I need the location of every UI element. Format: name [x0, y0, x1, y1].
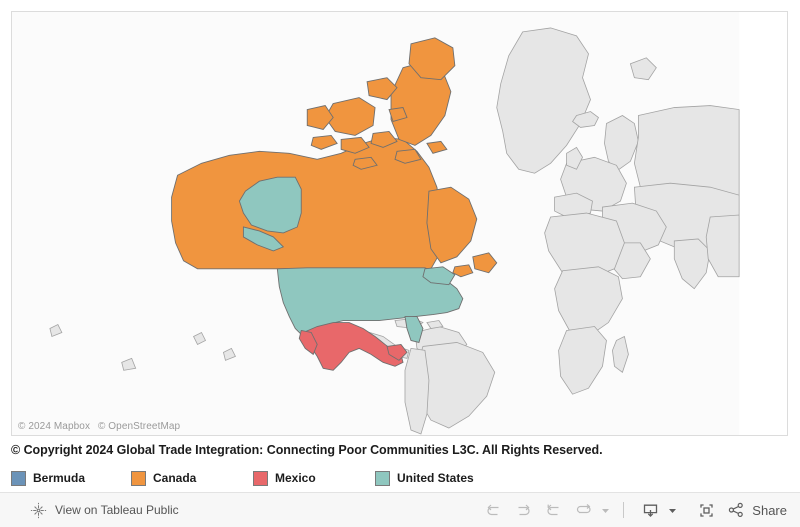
viz-container: .land { fill: #e6e6e6; stroke: #a3a3a3; … [0, 0, 800, 492]
tableau-logo-icon [30, 502, 47, 519]
map-attribution: © 2024 Mapbox © OpenStreetMap [18, 421, 185, 432]
legend-swatch-canada [131, 470, 146, 486]
share-icon [727, 501, 745, 519]
view-on-tableau-public-label: View on Tableau Public [55, 503, 179, 517]
legend-swatch-mexico [253, 470, 268, 486]
share-label: Share [752, 502, 787, 518]
openstreetmap-attribution: © OpenStreetMap [97, 421, 181, 432]
legend-item-united-states[interactable]: United States [375, 469, 474, 487]
world-map[interactable]: .land { fill: #e6e6e6; stroke: #a3a3a3; … [12, 12, 787, 435]
legend-item-bermuda[interactable]: Bermuda [11, 469, 131, 487]
legend-label-united-states: United States [397, 471, 474, 485]
download-caret[interactable] [665, 497, 679, 523]
redo-button[interactable] [508, 497, 538, 523]
legend-label-bermuda: Bermuda [33, 471, 86, 485]
legend-label-mexico: Mexico [275, 471, 316, 485]
toolbar-actions: Share [478, 497, 800, 523]
legend-swatch-united-states [375, 470, 390, 486]
undo-button[interactable] [478, 497, 508, 523]
legend-item-canada[interactable]: Canada [131, 469, 253, 487]
toolbar-separator [623, 502, 625, 518]
country-color-legend: Bermuda Canada Mexico United States [11, 469, 474, 487]
legend-item-mexico[interactable]: Mexico [253, 469, 375, 487]
download-button[interactable] [635, 497, 665, 523]
refresh-button[interactable] [568, 497, 598, 523]
legend-label-canada: Canada [153, 471, 197, 485]
revert-button[interactable] [538, 497, 568, 523]
pause-auto-updates-caret[interactable] [598, 497, 612, 523]
share-button[interactable]: Share [727, 501, 787, 519]
copyright-caption: © Copyright 2024 Global Trade Integratio… [11, 443, 603, 457]
mapbox-attribution: © 2024 Mapbox [18, 421, 91, 432]
fullscreen-button[interactable] [691, 497, 721, 523]
legend-swatch-bermuda [11, 470, 26, 486]
map-frame[interactable]: .land { fill: #e6e6e6; stroke: #a3a3a3; … [11, 11, 788, 436]
view-on-tableau-public-link[interactable]: View on Tableau Public [30, 502, 179, 519]
viz-toolbar: View on Tableau Public Share [0, 492, 800, 527]
